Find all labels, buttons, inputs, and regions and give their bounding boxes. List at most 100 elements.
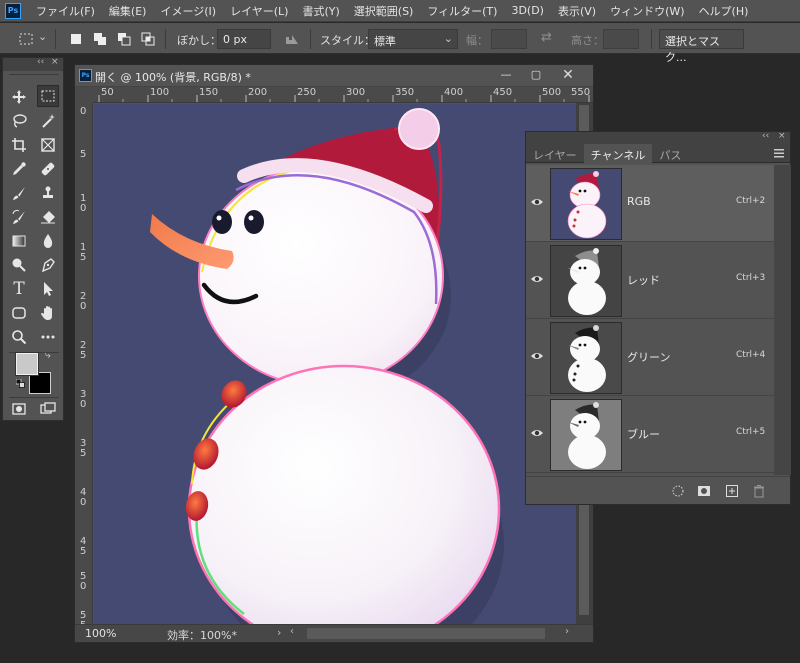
channel-row-red[interactable]: レッド Ctrl+3 xyxy=(526,242,774,319)
path-select-icon[interactable] xyxy=(37,278,59,300)
menu-file[interactable]: ファイル(F) xyxy=(29,3,102,19)
pen-icon[interactable] xyxy=(37,254,59,276)
shape-icon[interactable] xyxy=(8,302,30,324)
toolbox-header[interactable]: ‹‹ × xyxy=(3,57,63,71)
ruler-label: 1 5 xyxy=(80,242,87,263)
panel-header[interactable]: ‹‹ × xyxy=(526,131,790,144)
visibility-eye-icon[interactable] xyxy=(530,426,544,440)
menu-select[interactable]: 選択範囲(S) xyxy=(347,3,421,19)
marquee-icon[interactable] xyxy=(37,85,59,107)
efficiency-info[interactable]: 効率：100%* xyxy=(167,627,237,643)
ruler-label: 5 0 xyxy=(80,571,87,592)
chevron-down-icon[interactable]: ⌄ xyxy=(38,30,47,43)
frame-icon[interactable] xyxy=(37,134,59,156)
menu-type[interactable]: 書式(Y) xyxy=(295,3,346,19)
channel-row-blue[interactable]: ブルー Ctrl+5 xyxy=(526,396,774,473)
collapse-icon[interactable]: ‹‹ xyxy=(37,57,44,67)
stamp-icon[interactable] xyxy=(37,182,59,204)
subtract-selection-icon[interactable] xyxy=(116,31,132,47)
menu-3d[interactable]: 3D(D) xyxy=(504,4,551,17)
ruler-label: 2 0 xyxy=(80,291,87,312)
height-input[interactable] xyxy=(603,29,639,49)
lasso-icon[interactable] xyxy=(8,110,30,132)
tab-paths[interactable]: パス xyxy=(652,144,688,163)
move-icon[interactable] xyxy=(8,86,30,108)
maximize-icon[interactable]: ▢ xyxy=(527,68,545,82)
menu-window[interactable]: ウィンドウ(W) xyxy=(603,3,691,19)
brush-icon[interactable] xyxy=(8,182,30,204)
load-selection-icon[interactable] xyxy=(671,484,685,498)
ruler-label: 50 xyxy=(101,87,114,98)
close-icon[interactable]: ✕ xyxy=(559,68,577,82)
more-icon[interactable] xyxy=(37,326,59,348)
swap-dimensions-icon[interactable]: ⇄ xyxy=(541,30,552,45)
style-select[interactable]: 標準 ⌄ xyxy=(368,29,458,49)
menu-edit[interactable]: 編集(E) xyxy=(102,3,154,19)
channel-row-rgb[interactable]: RGB Ctrl+2 xyxy=(526,165,774,242)
hand-icon[interactable] xyxy=(37,302,59,324)
collapse-icon[interactable]: ‹‹ xyxy=(762,131,769,141)
trash-icon[interactable] xyxy=(752,484,766,498)
ruler-horizontal: 50 100 150 200 250 300 350 400 450 500 5… xyxy=(93,87,593,103)
ruler-label: 3 5 xyxy=(80,438,87,459)
new-selection-icon[interactable] xyxy=(68,31,84,47)
zoom-icon[interactable] xyxy=(8,326,30,348)
canvas[interactable] xyxy=(94,104,576,624)
eraser-icon[interactable] xyxy=(37,206,59,228)
ruler-label: 500 xyxy=(542,87,562,98)
select-and-mask-button[interactable]: 選択とマスク... xyxy=(659,29,744,64)
channel-thumbnail-blue xyxy=(550,399,622,471)
document-title-bar[interactable]: Ps 開く @ 100% (背景, RGB/8) * — ▢ ✕ xyxy=(75,65,593,87)
horizontal-scrollbar-thumb[interactable] xyxy=(307,628,545,639)
width-input[interactable] xyxy=(491,29,527,49)
panel-menu-icon[interactable] xyxy=(774,148,784,158)
channel-thumbnail-red xyxy=(550,245,622,317)
close-icon[interactable]: × xyxy=(51,57,59,67)
menu-filter[interactable]: フィルター(T) xyxy=(420,3,504,19)
eyedropper-icon[interactable] xyxy=(8,158,30,180)
gradient-icon[interactable] xyxy=(8,230,30,252)
menu-image[interactable]: イメージ(I) xyxy=(153,3,223,19)
crop-icon[interactable] xyxy=(8,134,30,156)
visibility-eye-icon[interactable] xyxy=(530,349,544,363)
dodge-icon[interactable] xyxy=(8,254,30,276)
tab-channels[interactable]: チャンネル xyxy=(583,144,653,163)
chevron-right-icon[interactable]: › xyxy=(565,626,578,640)
healing-brush-icon[interactable] xyxy=(37,158,59,180)
blur-icon[interactable] xyxy=(37,230,59,252)
menu-help[interactable]: ヘルプ(H) xyxy=(692,3,756,19)
menu-layer[interactable]: レイヤー(L) xyxy=(223,3,295,19)
channel-row-green[interactable]: グリーン Ctrl+4 xyxy=(526,319,774,396)
quick-mask-icon[interactable] xyxy=(8,398,30,420)
background-color-swatch[interactable] xyxy=(29,372,51,394)
minimize-icon[interactable]: — xyxy=(497,68,515,82)
magic-wand-icon[interactable] xyxy=(37,110,59,132)
chevron-right-icon[interactable]: › xyxy=(277,626,281,639)
ruler-label: 150 xyxy=(199,87,219,98)
menu-view[interactable]: 表示(V) xyxy=(551,3,603,19)
history-brush-icon[interactable] xyxy=(8,206,30,228)
feather-input[interactable]: 0 px xyxy=(217,29,271,49)
add-selection-icon[interactable] xyxy=(92,31,108,47)
foreground-color-swatch[interactable] xyxy=(16,353,38,375)
zoom-level[interactable]: 100% xyxy=(85,627,116,640)
new-channel-icon[interactable] xyxy=(725,484,739,498)
toolbox: ‹‹ × T ⤷ xyxy=(2,57,64,421)
ruler-label: 400 xyxy=(444,87,464,98)
type-icon[interactable]: T xyxy=(8,278,30,300)
default-colors-icon[interactable] xyxy=(15,378,25,388)
anti-alias-icon[interactable] xyxy=(284,31,300,47)
intersect-selection-icon[interactable] xyxy=(140,31,156,47)
document-ps-icon: Ps xyxy=(79,69,92,82)
save-selection-icon[interactable] xyxy=(697,484,711,498)
panel-scrollbar[interactable] xyxy=(774,165,791,475)
swap-colors-icon[interactable]: ⤷ xyxy=(45,350,51,361)
marquee-preset-icon[interactable] xyxy=(18,31,34,47)
chevron-left-icon[interactable]: ‹ xyxy=(290,626,303,640)
ruler-label: 550 xyxy=(571,87,591,98)
tab-layers[interactable]: レイヤー xyxy=(526,144,584,163)
close-icon[interactable]: × xyxy=(778,131,786,141)
visibility-eye-icon[interactable] xyxy=(530,195,544,209)
visibility-eye-icon[interactable] xyxy=(530,272,544,286)
screen-mode-icon[interactable] xyxy=(37,398,59,420)
